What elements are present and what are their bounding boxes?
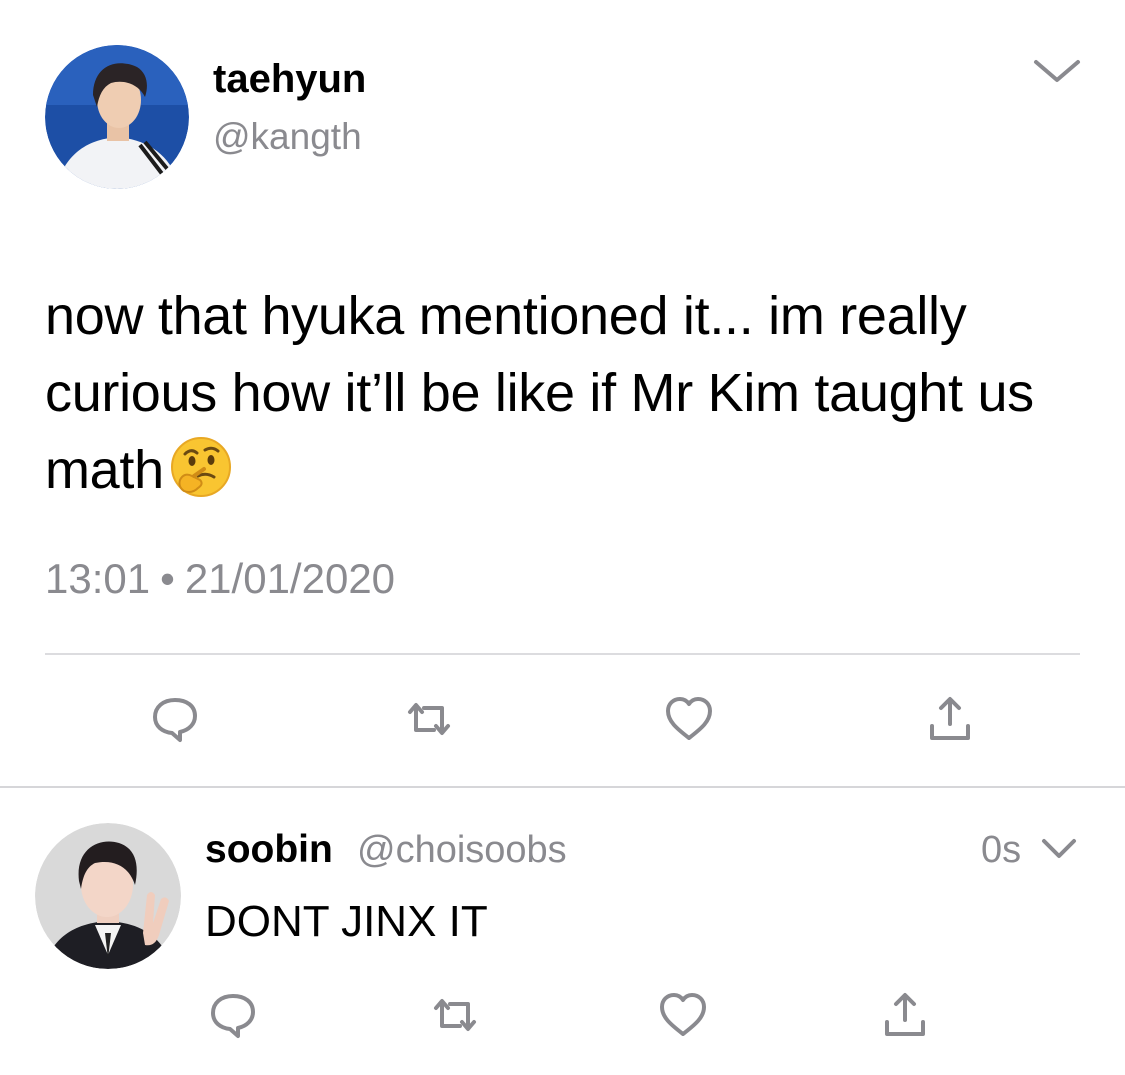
chevron-down-icon[interactable] <box>1032 56 1082 86</box>
tweet-time: 13:01 <box>45 555 151 602</box>
thinking-face-icon <box>170 436 232 498</box>
chevron-down-icon[interactable] <box>1040 836 1078 862</box>
meta-separator: • <box>160 555 175 602</box>
retweet-icon[interactable] <box>404 694 454 744</box>
reply-icon[interactable] <box>150 694 200 744</box>
divider <box>0 786 1125 788</box>
author-avatar[interactable] <box>45 45 189 189</box>
like-icon[interactable] <box>664 694 714 744</box>
divider <box>45 653 1080 655</box>
reply-author-name[interactable]: soobin <box>205 828 333 872</box>
reply-author-handle[interactable]: @choisoobs <box>357 828 567 872</box>
share-icon[interactable] <box>925 694 975 744</box>
tweet-text: now that hyuka mentioned it... im really… <box>45 278 1085 509</box>
author-handle[interactable]: @kangth <box>213 116 362 158</box>
reply-text: DONT JINX IT <box>205 897 488 946</box>
share-icon[interactable] <box>880 990 930 1040</box>
retweet-icon[interactable] <box>430 990 480 1040</box>
reply-time: 0s <box>981 829 1022 871</box>
tweet-timestamp: 13:01 • 21/01/2020 <box>45 555 395 603</box>
reply-icon[interactable] <box>208 990 258 1040</box>
reply-author-avatar[interactable] <box>35 823 181 969</box>
like-icon[interactable] <box>658 990 708 1040</box>
author-name[interactable]: taehyun <box>213 56 366 102</box>
tweet-date: 21/01/2020 <box>184 555 396 602</box>
